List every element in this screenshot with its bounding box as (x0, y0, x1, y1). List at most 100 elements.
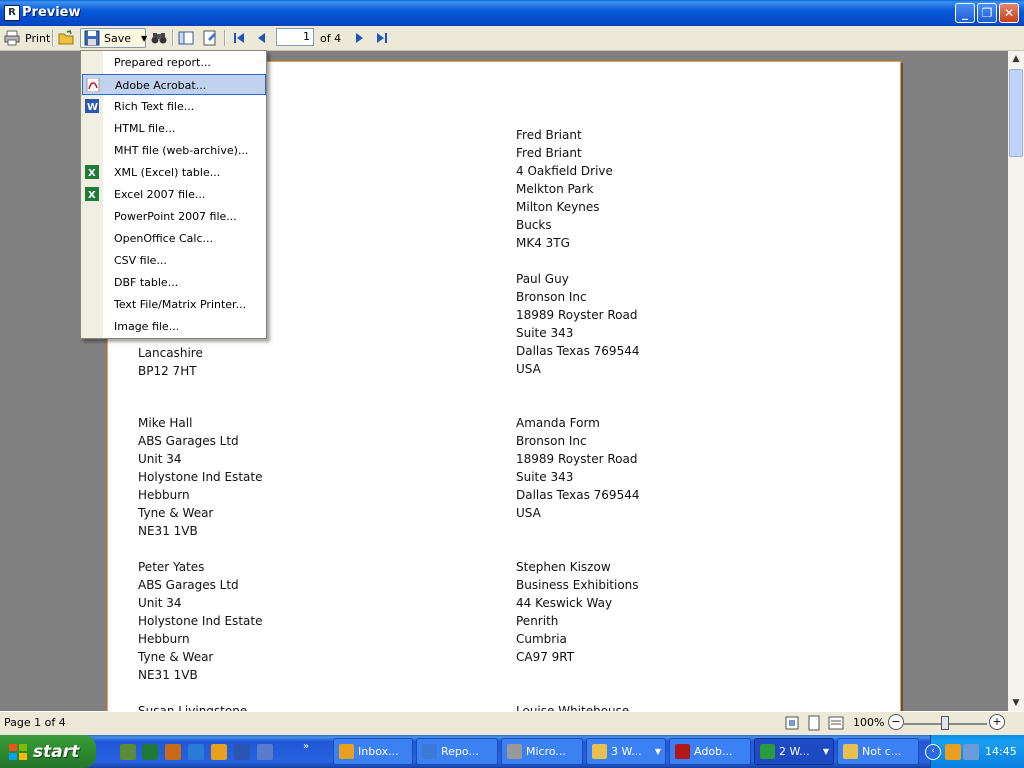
menu-item-text-file-matrix-printer[interactable]: Text File/Matrix Printer... (82, 294, 266, 315)
svg-text:W: W (87, 102, 98, 113)
outline-panel-icon (178, 30, 194, 46)
address-line: 18989 Royster Road (516, 452, 638, 466)
menu-item-html-file[interactable]: HTML file... (82, 118, 266, 139)
start-button[interactable]: start (0, 735, 96, 768)
task-app-icon (675, 744, 690, 759)
next-page-button[interactable] (351, 28, 367, 48)
menu-item-label: Rich Text file... (114, 100, 195, 113)
task-label: Not c... (862, 745, 902, 758)
address-line: Peter Yates (138, 560, 205, 574)
address-line: 44 Keswick Way (516, 596, 613, 610)
taskbar-button[interactable]: Not c... (837, 738, 919, 765)
menu-item-powerpoint-2007-file[interactable]: PowerPoint 2007 file... (82, 206, 266, 227)
quicklaunch-icon-7[interactable] (257, 744, 273, 760)
menu-item-csv-file[interactable]: CSV file... (82, 250, 266, 271)
open-button[interactable] (58, 28, 74, 48)
fit-page-icon[interactable] (784, 715, 800, 731)
menu-item-mht-file-web-archive[interactable]: MHT file (web-archive)... (82, 140, 266, 161)
single-page-icon[interactable] (806, 715, 822, 731)
taskbar-button[interactable]: 2 W... ▼ (754, 738, 834, 765)
tray-expand-icon[interactable]: ‹ (925, 744, 941, 760)
page-width-icon[interactable] (828, 715, 844, 731)
find-button[interactable] (151, 28, 167, 48)
address-block: Amanda Form Bronson Inc 18989 Royster Road… (516, 414, 639, 522)
quicklaunch-icon-1[interactable] (120, 744, 136, 760)
address-line: Melkton Park (516, 182, 594, 196)
menu-item-dbf-table[interactable]: DBF table... (82, 272, 266, 293)
address-line: CA97 9RT (516, 650, 575, 664)
page-setup-button[interactable] (202, 28, 218, 48)
zoom-out-button[interactable]: − (888, 714, 904, 730)
scrollbar-thumb[interactable] (1009, 69, 1023, 157)
first-page-button[interactable] (231, 28, 247, 48)
scroll-down-arrow-icon[interactable]: ▼ (1008, 695, 1024, 711)
address-line: Hebburn (138, 632, 190, 646)
save-button[interactable]: Save ▼ (80, 28, 147, 48)
menu-item-adobe-acrobat[interactable]: Adobe Acrobat... (82, 74, 266, 95)
address-line: Suite 343 (516, 326, 574, 340)
task-label: Micro... (526, 745, 566, 758)
taskbar-button[interactable]: Adob... (669, 738, 751, 765)
maximize-button[interactable]: ❐ (977, 3, 997, 23)
close-button[interactable]: ✕ (999, 3, 1019, 23)
chevron-down-icon: ▼ (822, 747, 829, 756)
tray-icon-1[interactable] (945, 744, 961, 760)
outline-button[interactable] (178, 28, 194, 48)
ie-icon[interactable] (188, 744, 204, 760)
page-count: of 4 (320, 31, 342, 45)
word-icon[interactable] (234, 744, 250, 760)
network-icon[interactable] (963, 744, 979, 760)
quicklaunch-expand-icon[interactable]: » (303, 741, 309, 752)
menu-item-prepared-report[interactable]: Prepared report... (82, 52, 266, 73)
taskbar-button[interactable]: Inbox... (333, 738, 413, 765)
previous-page-button[interactable] (254, 28, 270, 48)
zoom-level: 100% (853, 716, 885, 729)
menu-item-image-file[interactable]: Image file... (82, 316, 266, 337)
address-line: Hebburn (138, 488, 190, 502)
system-tray: ‹ 14:45 (925, 735, 1024, 768)
last-page-button[interactable] (374, 28, 390, 48)
chevron-down-icon[interactable]: ▼ (141, 34, 147, 43)
task-label: Adob... (694, 745, 733, 758)
excel-icon[interactable] (142, 744, 158, 760)
page-setup-icon (202, 30, 218, 46)
address-line: 18989 Royster Road (516, 308, 638, 322)
task-app-icon (339, 744, 354, 759)
address-line: Tyne & Wear (138, 650, 214, 664)
address-line: Penrith (516, 614, 559, 628)
print-button[interactable]: Print (4, 28, 50, 48)
address-line: ABS Garages Ltd (138, 578, 239, 592)
word-icon: W (85, 99, 99, 113)
address-line: Suite 343 (516, 470, 574, 484)
outlook-icon[interactable] (211, 744, 227, 760)
page-number-input[interactable]: 1 (276, 28, 314, 46)
address-line: Holystone Ind Estate (138, 614, 263, 628)
address-block: Susan Livingstone (138, 702, 247, 711)
address-line: NE31 1VB (138, 524, 198, 538)
excel-icon: X (85, 187, 99, 201)
zoom-slider-thumb[interactable] (941, 716, 949, 730)
taskbar-button[interactable]: Micro... (501, 738, 583, 765)
address-line: 4 Oakfield Drive (516, 164, 613, 178)
task-label: Repo... (441, 745, 479, 758)
menu-item-openoffice-calc[interactable]: OpenOffice Calc... (82, 228, 266, 249)
menu-item-label: CSV file... (114, 254, 167, 267)
address-line: ABS Garages Ltd (138, 434, 239, 448)
task-app-icon (592, 744, 607, 759)
taskbar-button[interactable]: 3 W... ▼ (586, 738, 666, 765)
menu-item-rich-text-file[interactable]: W Rich Text file... (82, 96, 266, 117)
address-line: Lancashire (138, 346, 203, 360)
menu-item-excel-2007-file[interactable]: X Excel 2007 file... (82, 184, 266, 205)
minimize-button[interactable]: _ (955, 3, 975, 23)
menu-item-xml-excel-table[interactable]: X XML (Excel) table... (82, 162, 266, 183)
save-menu: Prepared report... Adobe Acrobat... W Rich … (80, 50, 267, 339)
scroll-up-arrow-icon[interactable]: ▲ (1008, 51, 1024, 67)
address-line: USA (516, 362, 541, 376)
address-line: Cumbria (516, 632, 567, 646)
address-line: Unit 34 (138, 452, 182, 466)
quicklaunch-icon-3[interactable] (165, 744, 181, 760)
title-bar[interactable]: R Preview _ ❐ ✕ (0, 0, 1024, 26)
taskbar-button[interactable]: Repo... (416, 738, 498, 765)
zoom-in-button[interactable]: + (989, 714, 1005, 730)
vertical-scrollbar[interactable]: ▲ ▼ (1008, 51, 1024, 711)
